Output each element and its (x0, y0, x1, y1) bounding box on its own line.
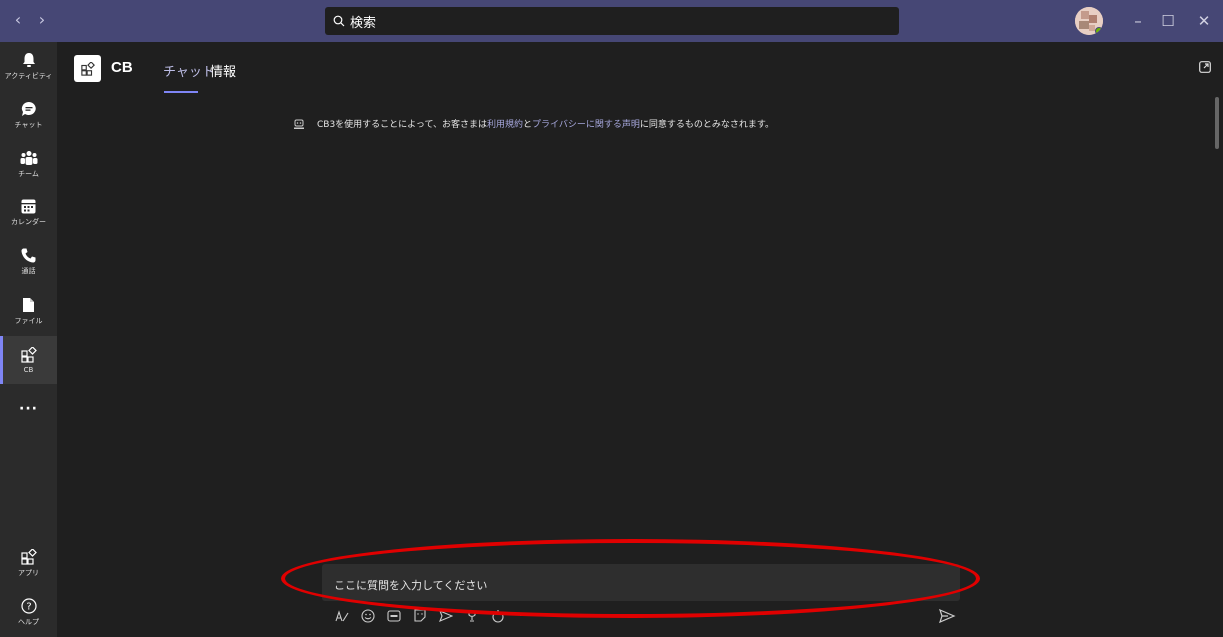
privacy-link[interactable]: プライバシーに関する声明 (532, 117, 640, 130)
praise-button[interactable] (463, 607, 481, 625)
rail-item-label: チーム (18, 169, 39, 178)
rail-item-chat[interactable]: チャット (0, 91, 57, 139)
tab-info[interactable]: 情報 (210, 61, 236, 80)
more-icon: ··· (519, 610, 529, 622)
minimize-button[interactable]: – (1126, 9, 1150, 33)
rail-item-label: ヘルプ (18, 617, 39, 626)
rail-item-files[interactable]: ファイル (0, 287, 57, 335)
rail-item-help[interactable]: ? ヘルプ (0, 588, 57, 636)
rail-item-activity[interactable]: アクティビティ (0, 42, 57, 90)
svg-text:?: ? (26, 601, 31, 612)
format-icon (335, 610, 349, 622)
phone-icon (21, 248, 36, 263)
rail-item-calls[interactable]: 通話 (0, 238, 57, 286)
more-options-button[interactable]: ··· (515, 607, 533, 625)
search-icon (333, 15, 345, 27)
app-header: CB チャット 情報 (57, 42, 1223, 95)
gif-icon (387, 610, 401, 622)
message-placeholder: ここに質問を入力してください (334, 579, 488, 592)
rail-item-label: 通話 (21, 267, 36, 275)
notice-text: に同意するものとみなされます。 (639, 120, 774, 130)
teams-icon (20, 150, 37, 165)
terms-notice: CB3を使用することによって、お客さまは 利用規約とプライバシーに関する声明 に同意… (293, 117, 774, 130)
compose-toolbar: ··· (333, 606, 541, 626)
calendar-icon (21, 199, 36, 214)
app-logo (74, 55, 101, 82)
message-input[interactable]: ここに質問を入力してください (322, 564, 960, 601)
help-icon: ? (20, 597, 37, 614)
notice-text: CB3を使用することによって、お客さまは (317, 120, 488, 130)
rail-item-label: ファイル (14, 316, 43, 325)
notice-text: と (523, 120, 533, 130)
chat-area: CB3を使用することによって、お客さまは 利用規約とプライバシーに関する声明 に同意… (57, 95, 1223, 637)
meeting-icon (439, 609, 453, 623)
rail-item-label: アクティビティ (4, 71, 53, 80)
apps-icon (20, 548, 37, 565)
app-rail: アクティビティ チャット チーム カレンダー 通話 ファイル CB ··· アプ… (0, 42, 57, 637)
title-bar: ‹ › 検索 – ☐ ✕ (0, 0, 1223, 42)
sticker-button[interactable] (411, 607, 429, 625)
bell-icon (22, 52, 35, 67)
presence-status-icon (1095, 27, 1103, 35)
schedule-meeting-button[interactable] (437, 607, 455, 625)
tab-chat[interactable]: チャット (163, 61, 215, 80)
loop-button[interactable] (489, 607, 507, 625)
back-button[interactable]: ‹ (8, 10, 28, 29)
avatar[interactable] (1075, 7, 1103, 35)
close-button[interactable]: ✕ (1192, 9, 1216, 33)
rail-item-apps[interactable]: アプリ (0, 539, 57, 587)
send-icon[interactable] (937, 606, 957, 626)
chat-icon (21, 101, 36, 116)
rail-item-label: アプリ (18, 568, 39, 577)
gif-button[interactable] (385, 607, 403, 625)
search-placeholder: 検索 (350, 15, 377, 31)
app-title: CB (111, 59, 133, 76)
sticker-icon (414, 609, 426, 622)
rail-item-label: カレンダー (11, 218, 46, 226)
praise-icon (468, 610, 476, 622)
more-icon: ··· (19, 401, 38, 417)
active-tab-indicator (164, 91, 198, 93)
rail-item-calendar[interactable]: カレンダー (0, 189, 57, 237)
terms-link[interactable]: 利用規約 (487, 117, 523, 130)
search-input[interactable]: 検索 (325, 7, 899, 35)
scrollbar[interactable] (1215, 97, 1219, 149)
loop-icon (492, 610, 504, 623)
format-button[interactable] (333, 607, 351, 625)
app-icon (20, 346, 37, 363)
emoji-button[interactable] (359, 607, 377, 625)
app-icon (80, 61, 95, 76)
rail-item-label: チャット (14, 120, 43, 129)
rail-item-teams[interactable]: チーム (0, 140, 57, 188)
emoji-icon (361, 609, 375, 623)
forward-button[interactable]: › (32, 10, 52, 29)
maximize-button[interactable]: ☐ (1156, 9, 1180, 33)
bot-icon (294, 119, 304, 129)
rail-item-more[interactable]: ··· (0, 385, 57, 433)
popout-icon[interactable] (1199, 61, 1211, 73)
rail-item-cb[interactable]: CB (0, 336, 57, 384)
rail-item-label: CB (23, 365, 34, 374)
file-icon (23, 297, 34, 312)
